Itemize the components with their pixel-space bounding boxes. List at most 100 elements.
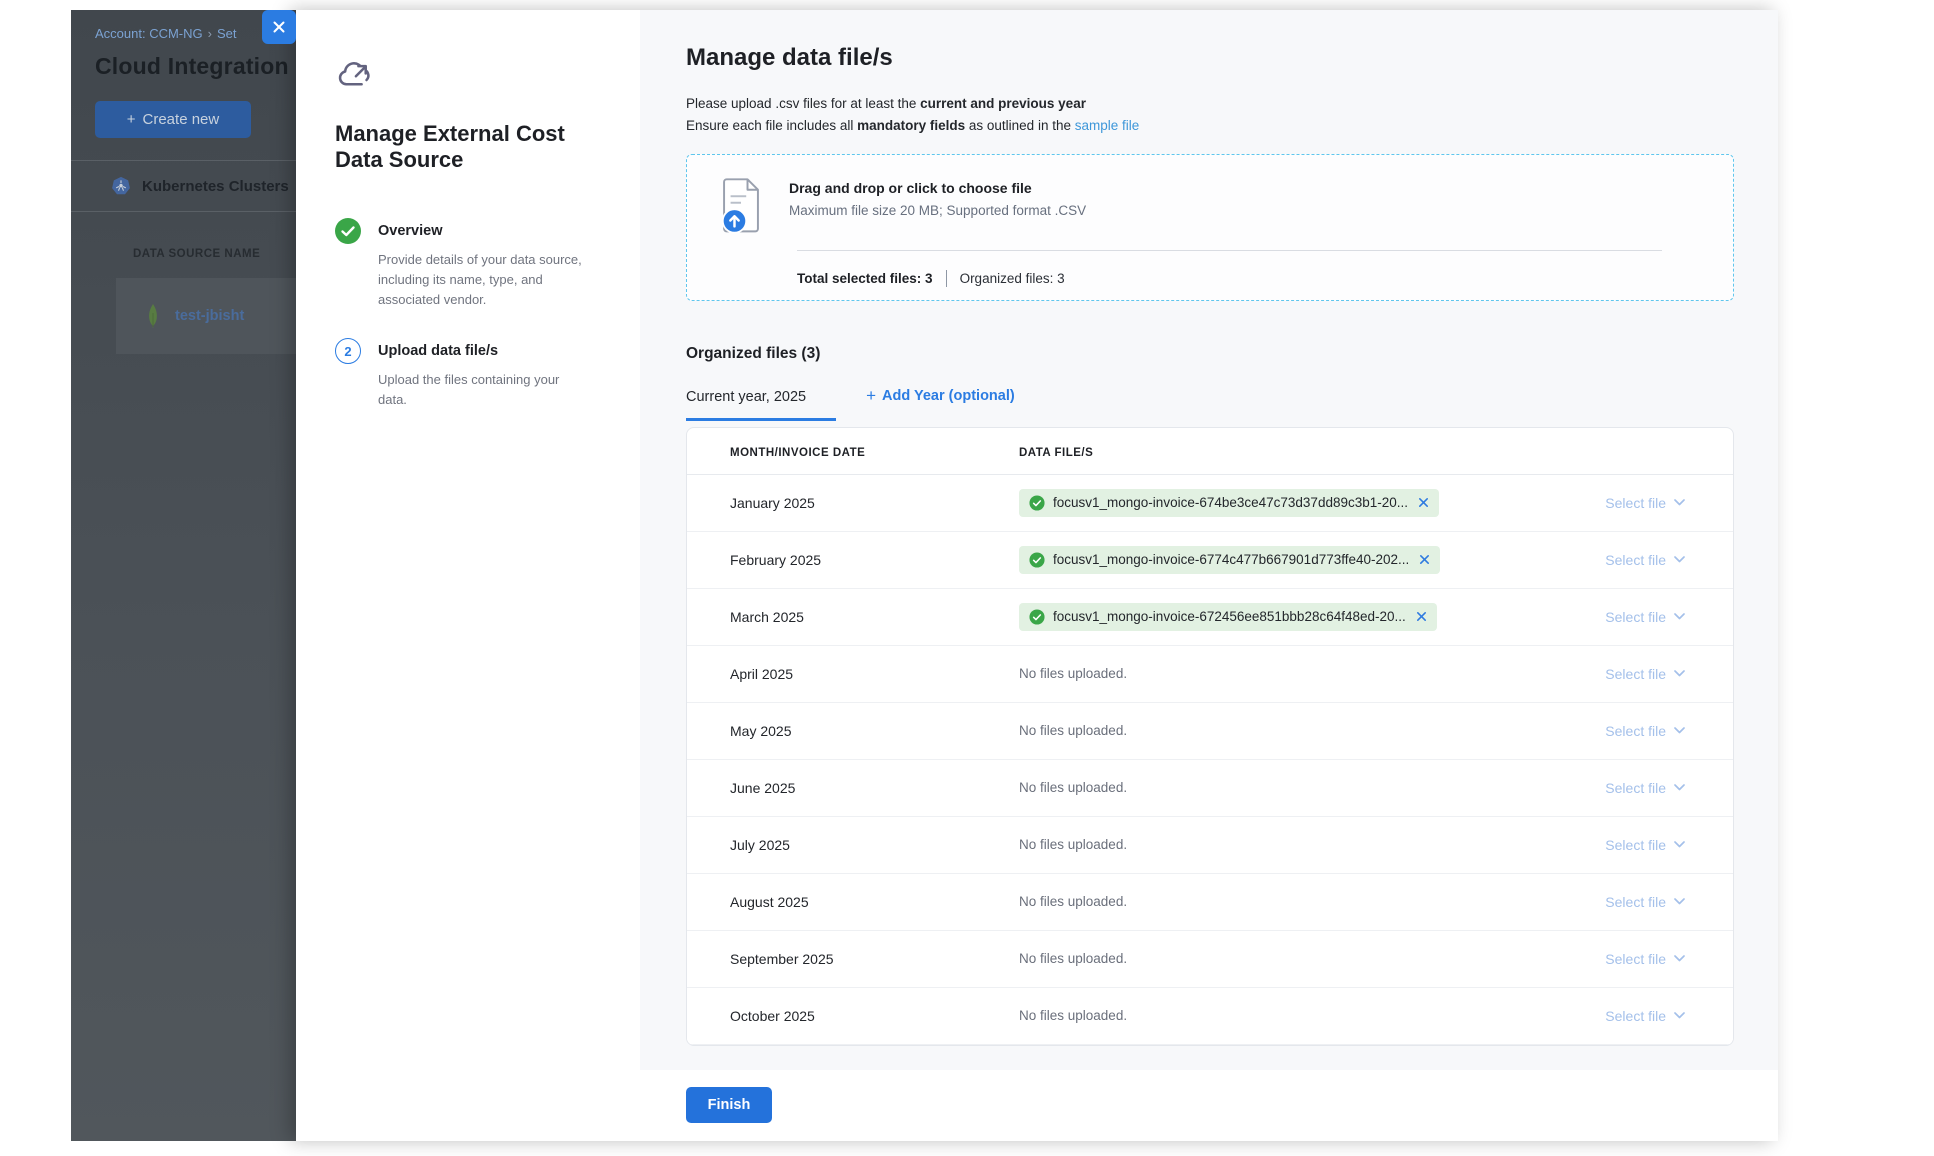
row-files-cell: focusv1_mongo-invoice-674be3ce47c73d37dd…: [1019, 489, 1525, 517]
table-row: April 2025 No files uploaded. Select fil…: [687, 646, 1733, 703]
select-file-dropdown[interactable]: Select file: [1525, 552, 1685, 568]
table-row: August 2025 No files uploaded. Select fi…: [687, 874, 1733, 931]
tab-kubernetes-clusters-label: Kubernetes Clusters: [142, 178, 289, 195]
file-chip-name: focusv1_mongo-invoice-672456ee851bbb28c6…: [1053, 609, 1406, 624]
select-file-label: Select file: [1605, 609, 1666, 625]
data-source-row[interactable]: test-jbisht: [116, 278, 296, 354]
row-files-cell: No files uploaded.: [1019, 837, 1525, 852]
select-file-dropdown[interactable]: Select file: [1525, 894, 1685, 910]
row-files-cell: No files uploaded.: [1019, 894, 1525, 909]
step-overview-title: Overview: [378, 218, 586, 239]
empty-files-text: No files uploaded.: [1019, 1008, 1127, 1023]
file-dropzone[interactable]: Drag and drop or click to choose file Ma…: [686, 154, 1734, 301]
file-chip: focusv1_mongo-invoice-6774c477b667901d77…: [1019, 546, 1440, 574]
dropzone-file-counts: Total selected files: 3 Organized files:…: [797, 270, 1713, 287]
close-drawer-button[interactable]: [262, 10, 296, 44]
step-overview[interactable]: Overview Provide details of your data so…: [335, 218, 640, 310]
step-upload-description: Upload the files containing your data.: [378, 370, 586, 410]
breadcrumb-section[interactable]: Set: [217, 26, 237, 41]
step-upload-data-files[interactable]: 2 Upload data file/s Upload the files co…: [335, 338, 640, 410]
select-file-dropdown[interactable]: Select file: [1525, 951, 1685, 967]
upload-panel-content: Manage data file/s Please upload .csv fi…: [640, 10, 1778, 1070]
select-file-label: Select file: [1605, 951, 1666, 967]
select-file-dropdown[interactable]: Select file: [1525, 666, 1685, 682]
select-file-dropdown[interactable]: Select file: [1525, 1008, 1685, 1024]
divider: [946, 270, 947, 287]
instruction-text: Ensure each file includes all: [686, 118, 857, 133]
select-file-dropdown[interactable]: Select file: [1525, 495, 1685, 511]
tab-current-year[interactable]: Current year, 2025: [686, 389, 836, 421]
remove-file-icon[interactable]: [1416, 611, 1427, 622]
select-file-label: Select file: [1605, 837, 1666, 853]
row-month: June 2025: [730, 780, 1019, 796]
empty-files-text: No files uploaded.: [1019, 951, 1127, 966]
instruction-bold: current and previous year: [920, 96, 1086, 111]
file-chip-name: focusv1_mongo-invoice-6774c477b667901d77…: [1053, 552, 1409, 567]
data-source-name-link[interactable]: test-jbisht: [175, 308, 244, 324]
row-month: April 2025: [730, 666, 1019, 682]
instruction-bold: mandatory fields: [857, 118, 965, 133]
row-files-cell: focusv1_mongo-invoice-6774c477b667901d77…: [1019, 546, 1525, 574]
create-new-button[interactable]: + Create new: [95, 101, 251, 138]
chevron-down-icon: [1674, 613, 1685, 620]
dropzone-subtitle: Maximum file size 20 MB; Supported forma…: [789, 203, 1086, 218]
chevron-down-icon: [1674, 727, 1685, 734]
step-upload-title: Upload data file/s: [378, 338, 586, 359]
sample-file-link[interactable]: sample file: [1075, 118, 1140, 133]
step-overview-description: Provide details of your data source, inc…: [378, 250, 586, 310]
table-row: October 2025 No files uploaded. Select f…: [687, 988, 1733, 1045]
step-complete-icon: [335, 218, 361, 244]
dropzone-title: Drag and drop or click to choose file: [789, 178, 1086, 196]
close-icon: [272, 20, 286, 34]
select-file-dropdown[interactable]: Select file: [1525, 723, 1685, 739]
cloud-export-icon: [335, 58, 373, 90]
table-row: July 2025 No files uploaded. Select file: [687, 817, 1733, 874]
remove-file-icon[interactable]: [1418, 497, 1429, 508]
plus-icon: +: [866, 386, 876, 406]
breadcrumb-account[interactable]: Account: CCM-NG: [95, 26, 203, 41]
kubernetes-icon: [111, 176, 131, 196]
tab-kubernetes-clusters[interactable]: Kubernetes Clusters: [71, 161, 296, 212]
row-month: January 2025: [730, 495, 1019, 511]
select-file-label: Select file: [1605, 723, 1666, 739]
create-new-button-label: Create new: [143, 111, 220, 128]
breadcrumb-separator-icon: ›: [208, 26, 212, 41]
row-month: September 2025: [730, 951, 1019, 967]
dropzone-divider: [797, 250, 1662, 251]
table-row: January 2025 focusv1_mongo-invoice-674be…: [687, 475, 1733, 532]
manage-data-source-drawer: Manage External Cost Data Source Overvie…: [296, 10, 1778, 1141]
select-file-label: Select file: [1605, 495, 1666, 511]
year-tabs: Current year, 2025 + Add Year (optional): [686, 386, 1734, 421]
table-header-row: MONTH/INVOICE DATE DATA FILE/S: [687, 428, 1733, 475]
row-month: October 2025: [730, 1008, 1019, 1024]
remove-file-icon[interactable]: [1419, 554, 1430, 565]
check-circle-icon: [1029, 552, 1045, 568]
chevron-down-icon: [1674, 1012, 1685, 1019]
add-year-label: Add Year (optional): [882, 388, 1015, 404]
table-row: May 2025 No files uploaded. Select file: [687, 703, 1733, 760]
row-files-cell: focusv1_mongo-invoice-672456ee851bbb28c6…: [1019, 603, 1525, 631]
instruction-line-1: Please upload .csv files for at least th…: [686, 93, 1734, 115]
row-month: July 2025: [730, 837, 1019, 853]
step-number-badge: 2: [335, 338, 361, 364]
page-title: Cloud Integration: [95, 53, 296, 80]
add-year-button[interactable]: + Add Year (optional): [866, 386, 1015, 421]
select-file-dropdown[interactable]: Select file: [1525, 837, 1685, 853]
select-file-dropdown[interactable]: Select file: [1525, 780, 1685, 796]
finish-button[interactable]: Finish: [686, 1087, 772, 1123]
select-file-dropdown[interactable]: Select file: [1525, 609, 1685, 625]
row-files-cell: No files uploaded.: [1019, 723, 1525, 738]
select-file-label: Select file: [1605, 894, 1666, 910]
instruction-line-2: Ensure each file includes all mandatory …: [686, 115, 1734, 137]
chevron-down-icon: [1674, 556, 1685, 563]
column-header-month: MONTH/INVOICE DATE: [730, 447, 1019, 459]
empty-files-text: No files uploaded.: [1019, 894, 1127, 909]
table-row: June 2025 No files uploaded. Select file: [687, 760, 1733, 817]
check-circle-icon: [1029, 495, 1045, 511]
file-upload-icon: [717, 178, 765, 234]
instruction-text: Please upload .csv files for at least th…: [686, 96, 920, 111]
screen: Account: CCM-NG › Set Cloud Integration + …: [0, 0, 1934, 1156]
chevron-down-icon: [1674, 499, 1685, 506]
chevron-down-icon: [1674, 670, 1685, 677]
empty-files-text: No files uploaded.: [1019, 723, 1127, 738]
